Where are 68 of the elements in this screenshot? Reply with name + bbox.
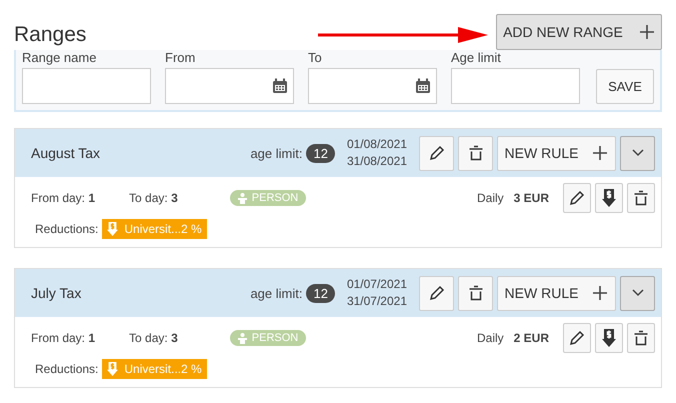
edit-button[interactable] xyxy=(419,276,454,310)
reduction-button[interactable] xyxy=(595,323,623,353)
input-field[interactable] xyxy=(308,68,437,104)
dollar-down-arrow-icon xyxy=(602,189,616,207)
plus-icon xyxy=(592,145,608,161)
field-label: Age limit xyxy=(451,50,502,65)
delete-button[interactable] xyxy=(627,323,655,353)
delete-button[interactable] xyxy=(458,136,493,170)
dollar-down-arrow-icon xyxy=(107,362,118,376)
date-from: 01/07/2021 xyxy=(346,276,407,293)
field-label: To xyxy=(308,50,323,65)
reductions-label: Reductions: xyxy=(35,222,98,236)
date-from: 01/08/2021 xyxy=(346,136,407,153)
dollar-down-arrow-icon xyxy=(107,222,118,236)
rule-amount: 2 EUR xyxy=(514,331,549,345)
range-name: August Tax xyxy=(31,145,102,161)
age-limit-label: age limit: xyxy=(250,146,302,160)
page-title: Ranges xyxy=(14,23,86,47)
field-label: From xyxy=(165,50,196,65)
plus-icon xyxy=(638,24,655,40)
range-name: July Tax xyxy=(31,285,82,301)
date-to: 31/07/2021 xyxy=(346,293,407,310)
delete-button[interactable] xyxy=(458,276,493,310)
delete-button[interactable] xyxy=(627,183,655,213)
rule-amount: 3 EUR xyxy=(514,191,549,205)
add-range-button[interactable]: ADD NEW RANGE xyxy=(496,14,662,50)
rule-period: Daily xyxy=(476,191,504,205)
rule-period: Daily xyxy=(476,331,504,345)
pencil-icon xyxy=(428,145,444,161)
calendar-icon xyxy=(272,78,288,94)
input-field[interactable] xyxy=(22,68,151,104)
age-limit-label: age limit: xyxy=(250,286,302,300)
age-badge: 12 xyxy=(306,144,335,162)
trash-icon xyxy=(633,190,649,206)
date-to: 31/08/2021 xyxy=(346,153,407,170)
calendar-icon xyxy=(415,78,431,94)
reduction-tag: Universit...2 % xyxy=(102,219,207,239)
from-day: From day: 1 xyxy=(31,331,96,345)
edit-button[interactable] xyxy=(419,136,454,170)
from-day: From day: 1 xyxy=(31,191,96,205)
trash-icon xyxy=(468,145,484,161)
pencil-icon xyxy=(569,330,585,346)
new-rule-button[interactable]: NEW RULE xyxy=(497,276,616,310)
person-tag: PERSON xyxy=(230,190,306,206)
trash-icon xyxy=(468,285,484,301)
edit-button[interactable] xyxy=(563,183,591,213)
input-field[interactable] xyxy=(451,68,580,104)
plus-icon xyxy=(592,285,608,301)
chevron-down-icon xyxy=(632,149,644,157)
to-day: To day: 3 xyxy=(129,191,178,205)
pencil-icon xyxy=(428,285,444,301)
person-icon xyxy=(238,192,247,204)
save-button[interactable]: SAVE xyxy=(596,69,654,104)
person-tag: PERSON xyxy=(230,330,306,346)
reduction-tag: Universit...2 % xyxy=(102,359,207,379)
chevron-down-icon xyxy=(632,289,644,297)
reductions-label: Reductions: xyxy=(35,362,98,376)
field-label: Range name xyxy=(22,50,98,65)
edit-button[interactable] xyxy=(563,323,591,353)
person-icon xyxy=(238,332,247,344)
age-badge: 12 xyxy=(306,284,335,302)
to-day: To day: 3 xyxy=(129,331,178,345)
pencil-icon xyxy=(569,190,585,206)
reduction-button[interactable] xyxy=(595,183,623,213)
trash-icon xyxy=(633,330,649,346)
dollar-down-arrow-icon xyxy=(602,329,616,347)
input-field[interactable] xyxy=(165,68,294,104)
new-rule-button[interactable]: NEW RULE xyxy=(497,136,616,170)
